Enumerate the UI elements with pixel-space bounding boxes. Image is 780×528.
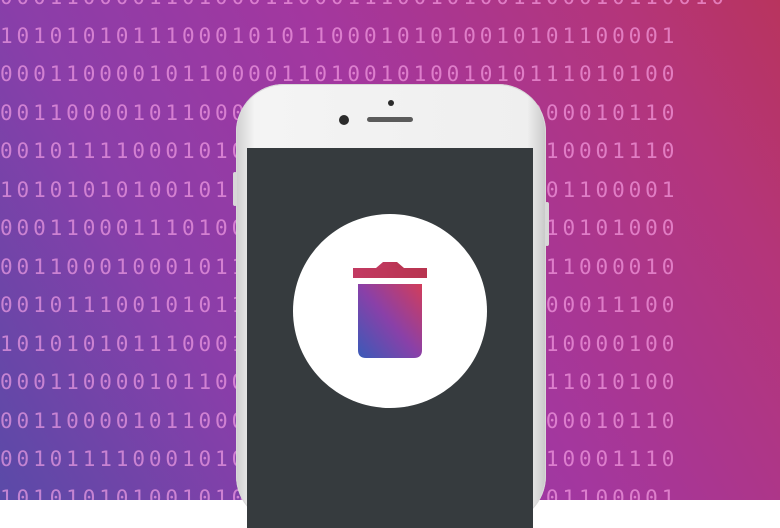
trash-lid-handle — [376, 262, 404, 268]
power-button — [545, 202, 549, 246]
front-camera-icon — [339, 115, 349, 125]
trash-body — [358, 284, 422, 358]
earpiece-speaker — [367, 117, 413, 122]
trash-lid — [353, 268, 427, 278]
volume-button — [233, 172, 237, 206]
binary-row: 1010101011100010101100010101001010110000… — [0, 23, 679, 48]
binary-row: 0001100001101000110001110010100110001011… — [0, 0, 780, 17]
trash-icon[interactable] — [351, 262, 429, 360]
sensor-dot-icon — [388, 100, 394, 106]
